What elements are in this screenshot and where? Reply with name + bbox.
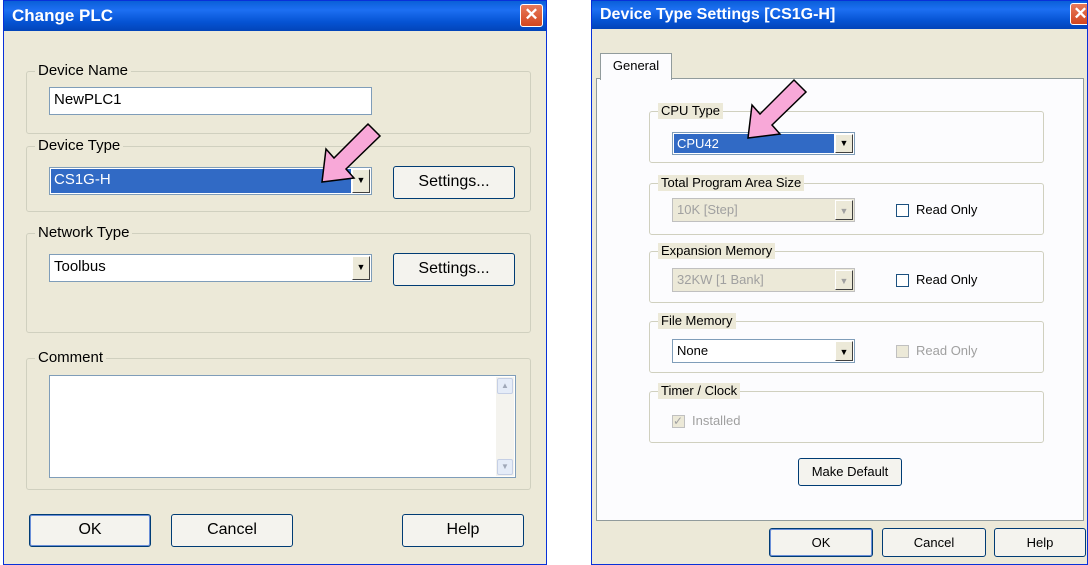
help-label: Help [446,521,480,538]
help-button[interactable]: Help [402,514,524,547]
device-name-field[interactable]: NewPLC1 [49,87,372,115]
device-settings-title: Device Type Settings [CS1G-H] [600,6,836,23]
expansion-memory-value: 32KW [1 Bank] [674,270,834,290]
expansion-memory-select[interactable]: 32KW [1 Bank] ▼ [672,268,855,292]
chevron-down-icon[interactable]: ▼ [835,200,853,220]
expansion-memory-readonly-checkbox[interactable]: Read Only [896,272,1006,288]
comment-label: Comment [35,349,107,367]
timer-clock-label: Timer / Clock [658,383,741,399]
checkbox-box[interactable]: ✓ [672,414,685,428]
expansion-memory-readonly-label: Read Only [916,272,978,287]
settings-help-button[interactable]: Help [994,528,1086,557]
tab-general-label: General [612,58,660,73]
device-type-settings-button[interactable]: Settings... [393,166,515,199]
change-plc-dialog: Change PLC ✕ Device Name NewPLC1 Device … [3,0,547,565]
timer-clock-group: Timer / Clock ✓ Installed [649,383,1044,443]
change-plc-title: Change PLC [12,6,114,25]
cancel-button[interactable]: Cancel [171,514,293,547]
settings-cancel-label: Cancel [913,535,955,550]
chevron-down-icon[interactable]: ▼ [835,270,853,290]
device-type-label: Device Type [35,137,124,155]
pointer-arrow-icon [321,122,382,183]
network-type-settings-button[interactable]: Settings... [393,253,515,286]
chevron-down-icon[interactable]: ▼ [352,256,370,280]
device-settings-close-button[interactable]: ✕ [1070,3,1088,25]
timer-installed-checkbox[interactable]: ✓ Installed [672,413,782,429]
file-memory-select[interactable]: None ▼ [672,339,855,363]
cpu-type-label: CPU Type [658,103,724,119]
expansion-memory-label: Expansion Memory [658,243,776,259]
make-default-label: Make Default [811,464,889,479]
file-memory-readonly-checkbox[interactable]: Read Only [896,343,1006,359]
settings-help-label: Help [1026,535,1054,550]
scroll-up-icon[interactable]: ▲ [497,378,513,394]
device-settings-titlebar[interactable]: Device Type Settings [CS1G-H] [592,1,1087,29]
device-type-settings-label: Settings... [418,173,490,190]
device-name-value: NewPLC1 [54,91,122,108]
chevron-down-icon[interactable]: ▼ [835,341,853,361]
network-type-settings-label: Settings... [418,260,490,277]
close-icon: ✕ [524,5,539,24]
timer-installed-label: Installed [692,413,741,428]
network-type-label: Network Type [35,224,133,242]
device-settings-dialog: Device Type Settings [CS1G-H] ✕ General … [591,0,1088,565]
check-icon: ✓ [673,414,684,428]
device-name-label: Device Name [35,62,132,80]
file-memory-group: File Memory None ▼ Read Only [649,313,1044,373]
settings-cancel-button[interactable]: Cancel [882,528,986,557]
settings-ok-button[interactable]: OK [769,528,873,557]
make-default-button[interactable]: Make Default [798,458,902,486]
file-memory-label: File Memory [658,313,736,329]
file-memory-readonly-label: Read Only [916,343,978,358]
ok-label: OK [78,521,102,538]
ok-button[interactable]: OK [29,514,151,547]
change-plc-titlebar[interactable]: Change PLC [4,1,546,31]
scroll-down-icon[interactable]: ▼ [497,459,513,475]
program-area-select[interactable]: 10K [Step] ▼ [672,198,855,222]
chevron-down-icon[interactable]: ▼ [835,134,853,153]
settings-ok-label: OK [811,535,831,550]
cpu-type-group: CPU Type CPU42 ▼ [649,103,1044,163]
comment-textarea[interactable]: ▲ ▼ [49,375,516,478]
device-name-group: Device Name NewPLC1 [26,62,531,134]
network-type-group: Network Type Toolbus ▼ Settings... [26,224,531,333]
device-type-value: CS1G-H [51,169,351,193]
expansion-memory-group: Expansion Memory 32KW [1 Bank] ▼ Read On… [649,243,1044,303]
comment-scrollbar[interactable]: ▲ ▼ [496,377,514,476]
checkbox-box[interactable] [896,204,909,217]
device-type-group: Device Type CS1G-H ▼ Settings... [26,137,531,212]
checkbox-box[interactable] [896,274,909,287]
program-area-readonly-checkbox[interactable]: Read Only [896,202,1006,218]
tab-general[interactable]: General [600,53,672,80]
program-area-label: Total Program Area Size [658,175,805,191]
program-area-value: 10K [Step] [674,200,834,220]
network-type-select[interactable]: Toolbus ▼ [49,254,372,282]
pointer-arrow-icon [747,78,808,139]
change-plc-close-button[interactable]: ✕ [520,4,543,27]
comment-group: Comment ▲ ▼ [26,349,531,490]
program-area-readonly-label: Read Only [916,202,978,217]
file-memory-value: None [677,343,709,358]
network-type-value: Toolbus [54,258,106,275]
program-area-group: Total Program Area Size 10K [Step] ▼ Rea… [649,175,1044,235]
checkbox-box[interactable] [896,345,909,358]
close-icon: ✕ [1073,4,1088,23]
cancel-label: Cancel [207,521,257,538]
